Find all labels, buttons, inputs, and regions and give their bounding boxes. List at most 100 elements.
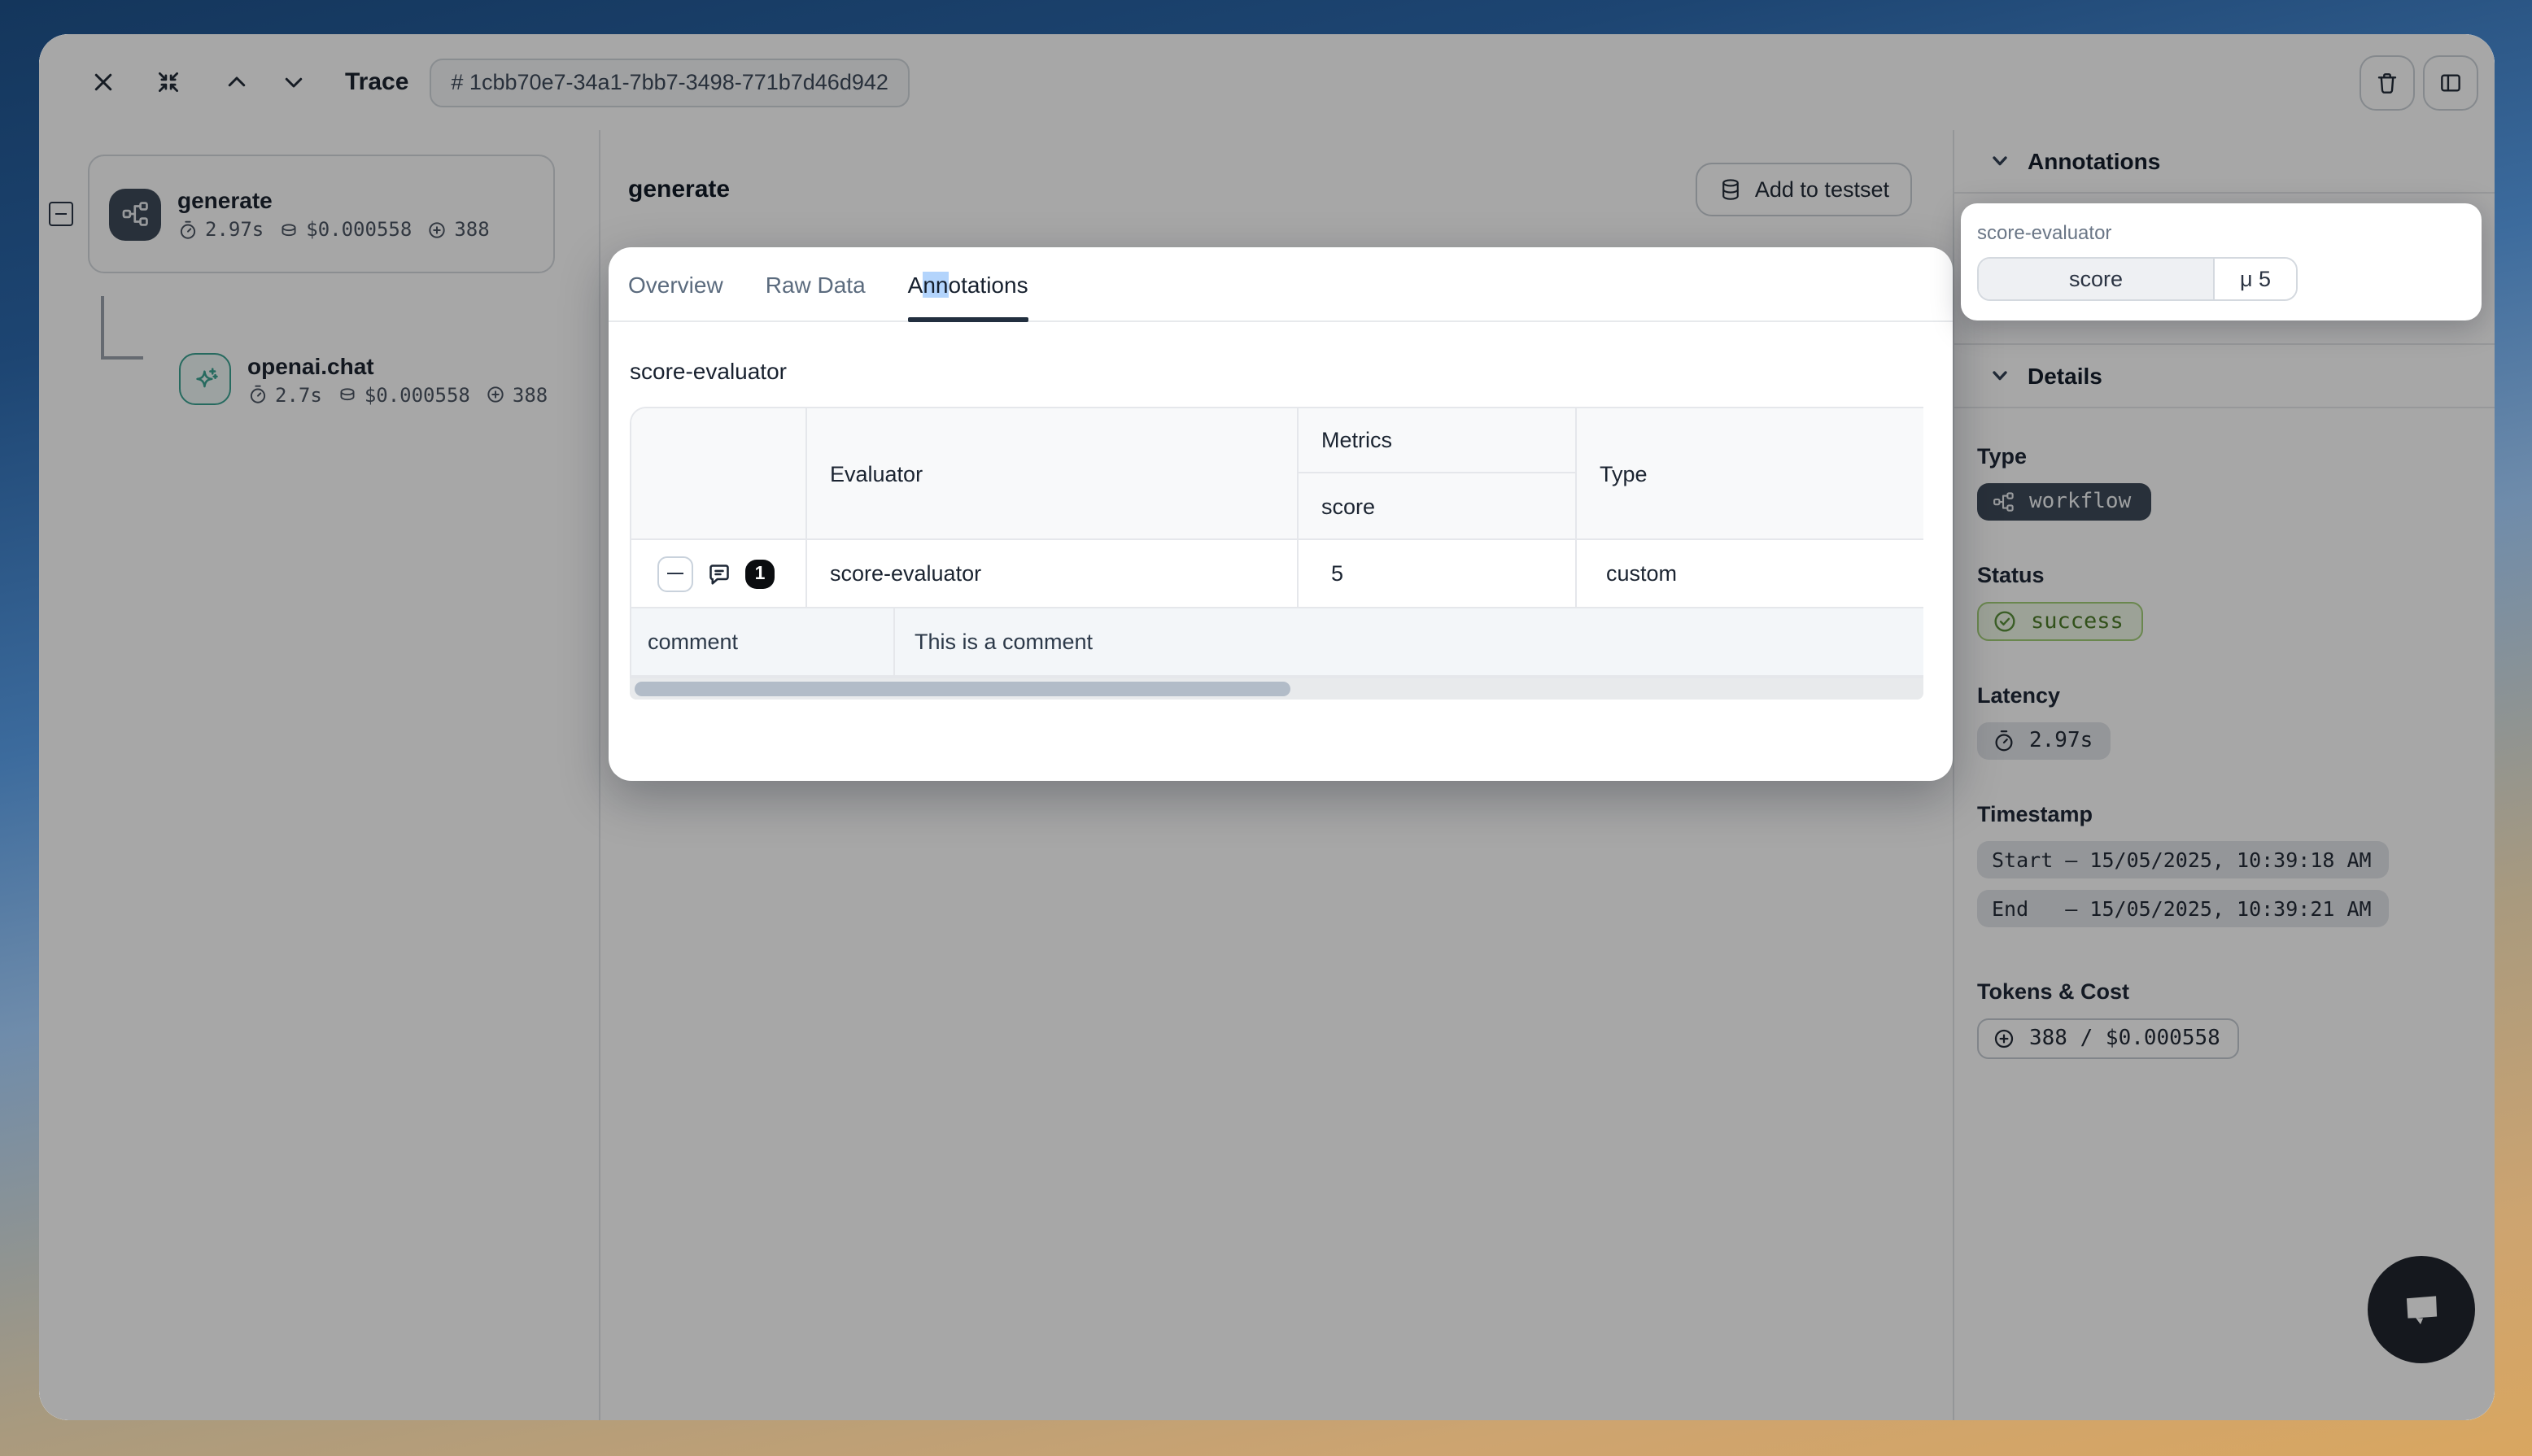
page-title: Trace xyxy=(345,68,408,96)
type-group: Type workflow xyxy=(1977,444,2472,522)
annotations-section-label: Annotations xyxy=(2028,148,2160,174)
row-actions-cell: 1 xyxy=(631,538,807,607)
sidebar-layout-icon xyxy=(2438,69,2464,95)
node-text: generate 2.97s $0.000558 xyxy=(177,187,490,241)
plus-circle-icon xyxy=(485,384,506,405)
node-stats: 2.97s $0.000558 388 xyxy=(177,218,490,241)
chat-bubble-icon xyxy=(2394,1282,2449,1337)
tokens-cost-badge: 388 / $0.000558 xyxy=(1977,1018,2240,1059)
chevron-down-icon xyxy=(282,70,306,94)
latency-stat: 2.7s xyxy=(247,383,322,406)
collapse-button[interactable] xyxy=(146,60,190,104)
tokens-cost-label: Tokens & Cost xyxy=(1977,979,2472,1004)
details-section-label: Details xyxy=(2028,363,2102,389)
cost-stat: $0.000558 xyxy=(278,218,412,241)
add-to-testset-button[interactable]: Add to testset xyxy=(1696,163,1912,216)
stopwatch-icon xyxy=(177,219,199,240)
annotations-table-viewport: Evaluator Metrics score Type xyxy=(630,407,1923,700)
type-label: Type xyxy=(1977,444,2472,469)
stopwatch-icon xyxy=(1992,729,2016,753)
annotations-section-header[interactable]: Annotations xyxy=(1954,130,2495,192)
tree-connector-vertical xyxy=(101,296,103,358)
workflow-icon xyxy=(109,188,161,240)
close-icon xyxy=(91,70,116,94)
minus-icon xyxy=(667,572,683,575)
header-metric-score: score xyxy=(1299,473,1577,538)
tree-node-openai-chat[interactable]: openai.chat 2.7s $0.000558 xyxy=(159,325,583,433)
details-sidebar: Annotations score-evaluator score μ 5 xyxy=(1953,130,2495,1420)
comment-icon[interactable] xyxy=(705,559,734,588)
prev-span-button[interactable] xyxy=(215,60,259,104)
annotations-tab-card: Overview Raw Data Annotations score-eval… xyxy=(609,247,1953,781)
annotation-evaluator-label: score-evaluator xyxy=(1977,221,2465,244)
evaluator-section-title: score-evaluator xyxy=(630,358,1932,384)
body-row: generate 2.97s $0.000558 xyxy=(39,130,2495,1420)
tokens-cost-group: Tokens & Cost 388 / $0.000558 xyxy=(1977,979,2472,1059)
latency-badge: 2.97s xyxy=(1977,722,2111,760)
page-background: Trace # 1cbb70e7-34a1-7bb7-3498-771b7d46… xyxy=(0,0,2532,1456)
check-circle-icon xyxy=(1992,608,2018,634)
tab-raw-data[interactable]: Raw Data xyxy=(766,247,866,320)
tokens-stat: 388 xyxy=(426,218,489,241)
comment-value-cell: This is a comment xyxy=(895,608,1923,675)
header-metrics: Metrics xyxy=(1299,408,1577,473)
node-name: openai.chat xyxy=(247,352,548,378)
delete-trace-button[interactable] xyxy=(2360,54,2415,110)
comment-count-badge[interactable]: 1 xyxy=(745,559,775,588)
latency-stat: 2.97s xyxy=(177,218,264,241)
next-span-button[interactable] xyxy=(272,60,316,104)
comment-key-cell: comment xyxy=(631,608,895,675)
span-detail-main: generate Add to testset Overview Raw Dat… xyxy=(600,130,1953,1420)
score-metric-input[interactable]: score xyxy=(1979,259,2215,299)
tab-bar: Overview Raw Data Annotations xyxy=(609,247,1953,322)
compress-icon xyxy=(156,70,181,94)
trace-id-badge[interactable]: # 1cbb70e7-34a1-7bb7-3498-771b7d46d942 xyxy=(430,58,910,107)
span-title: generate xyxy=(628,176,730,203)
scrollbar-thumb[interactable] xyxy=(635,682,1290,696)
horizontal-scrollbar[interactable] xyxy=(630,678,1923,700)
timestamp-label: Timestamp xyxy=(1977,802,2472,826)
row-evaluator-cell: score-evaluator xyxy=(807,538,1299,607)
tree-collapse-toggle[interactable] xyxy=(49,202,73,226)
start-timestamp-badge: Start – 15/05/2025, 10:39:18 AM xyxy=(1977,841,2390,878)
latency-label: Latency xyxy=(1977,683,2472,708)
details-content: Type workflow Status xyxy=(1954,408,2495,1059)
tab-overview[interactable]: Overview xyxy=(628,247,723,320)
collapse-row-button[interactable] xyxy=(657,556,693,591)
cost-stat: $0.000558 xyxy=(337,383,470,406)
header-type: Type xyxy=(1577,408,1923,538)
mean-value-badge: μ 5 xyxy=(2215,259,2296,299)
workflow-icon xyxy=(1992,490,2016,514)
node-name: generate xyxy=(177,187,490,213)
chevron-down-icon xyxy=(1990,151,2010,171)
span-tree-sidebar: generate 2.97s $0.000558 xyxy=(39,130,600,1420)
tab-annotations[interactable]: Annotations xyxy=(908,247,1028,320)
divider xyxy=(1954,192,2495,194)
row-score-cell: 5 xyxy=(1299,538,1577,607)
timestamp-group: Timestamp Start – 15/05/2025, 10:39:18 A… xyxy=(1977,802,2472,939)
details-section-header[interactable]: Details xyxy=(1954,345,2495,407)
tree-node-generate[interactable]: generate 2.97s $0.000558 xyxy=(88,155,555,273)
plus-circle-icon xyxy=(1992,1027,2016,1051)
trash-icon xyxy=(2374,69,2400,95)
support-chat-button[interactable] xyxy=(2368,1256,2475,1363)
toggle-panel-button[interactable] xyxy=(2423,54,2478,110)
topbar: Trace # 1cbb70e7-34a1-7bb7-3498-771b7d46… xyxy=(39,34,2495,130)
active-tab-underline xyxy=(908,317,1028,322)
plus-circle-icon xyxy=(426,219,447,240)
comment-row: comment This is a comment xyxy=(631,607,1923,677)
close-button[interactable] xyxy=(81,60,125,104)
status-badge: success xyxy=(1977,602,2143,641)
score-control: score μ 5 xyxy=(1977,257,2298,301)
node-stats: 2.7s $0.000558 388 xyxy=(247,383,548,406)
minus-icon xyxy=(55,213,67,216)
tab-label-part: otations xyxy=(949,271,1028,297)
annotations-content: score-evaluator Evaluator Metrics score … xyxy=(609,322,1953,700)
trace-modal: Trace # 1cbb70e7-34a1-7bb7-3498-771b7d46… xyxy=(39,34,2495,1420)
type-badge: workflow xyxy=(1977,483,2150,521)
status-group: Status success xyxy=(1977,563,2472,643)
row-type-cell: custom xyxy=(1577,538,1923,607)
sparkles-icon xyxy=(179,353,231,405)
latency-group: Latency 2.97s xyxy=(1977,683,2472,761)
node-text: openai.chat 2.7s $0.000558 xyxy=(247,352,548,406)
